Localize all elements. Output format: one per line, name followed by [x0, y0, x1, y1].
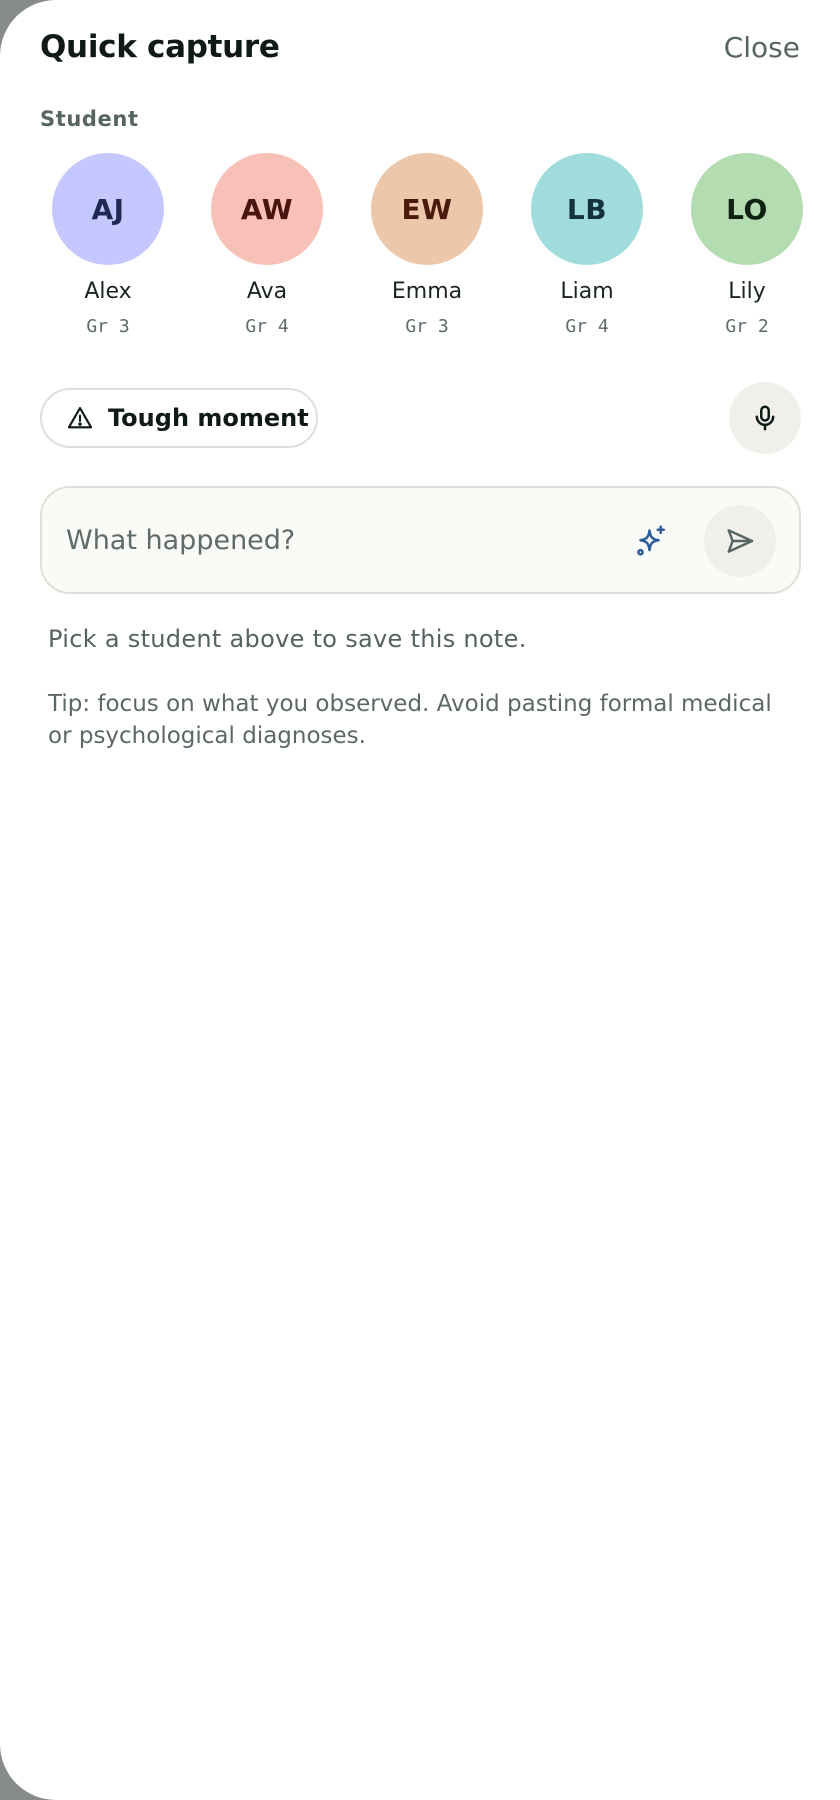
send-icon: [724, 525, 756, 557]
avatar: AJ: [52, 153, 164, 265]
microphone-icon: [750, 403, 780, 433]
close-button[interactable]: Close: [724, 31, 800, 64]
tough-moment-chip[interactable]: Tough moment: [40, 388, 318, 448]
student-name: Lily: [728, 279, 766, 304]
avatar: LB: [531, 153, 643, 265]
send-button[interactable]: [704, 505, 776, 577]
tip-text: Tip: focus on what you observed. Avoid p…: [48, 691, 772, 749]
student-grade: Gr 4: [565, 316, 609, 337]
ai-assist-button[interactable]: [628, 518, 674, 564]
student-grade: Gr 4: [245, 316, 289, 337]
sheet-header: Quick capture Close: [40, 24, 800, 70]
note-input[interactable]: [66, 518, 586, 562]
chip-label: Tough moment: [108, 404, 309, 432]
student-name: Liam: [560, 279, 614, 304]
note-composer: [40, 486, 801, 594]
student-option-alex[interactable]: AJ Alex Gr 3: [38, 153, 178, 337]
avatar: AW: [211, 153, 323, 265]
avatar: EW: [371, 153, 483, 265]
student-name: Alex: [84, 279, 132, 304]
student-option-emma[interactable]: EW Emma Gr 3: [357, 153, 497, 337]
student-option-ava[interactable]: AW Ava Gr 4: [197, 153, 337, 337]
student-grade: Gr 2: [725, 316, 769, 337]
avatar: LO: [691, 153, 803, 265]
sparkle-icon: [633, 523, 669, 559]
warning-triangle-icon: [66, 404, 94, 432]
save-hint: Pick a student above to save this note.: [48, 625, 527, 653]
student-option-lily[interactable]: LO Lily Gr 2: [677, 153, 817, 337]
student-grade: Gr 3: [405, 316, 449, 337]
student-grade: Gr 3: [86, 316, 130, 337]
student-option-liam[interactable]: LB Liam Gr 4: [517, 153, 657, 337]
quick-capture-sheet: Quick capture Close Student AJ Alex Gr 3…: [0, 0, 840, 1800]
student-section-label: Student: [40, 107, 139, 131]
student-picker: AJ Alex Gr 3 AW Ava Gr 4 EW Emma Gr 3 LB…: [0, 153, 840, 343]
page-title: Quick capture: [40, 29, 280, 65]
student-name: Emma: [391, 279, 463, 304]
microphone-button[interactable]: [729, 382, 801, 454]
student-name: Ava: [246, 279, 288, 304]
